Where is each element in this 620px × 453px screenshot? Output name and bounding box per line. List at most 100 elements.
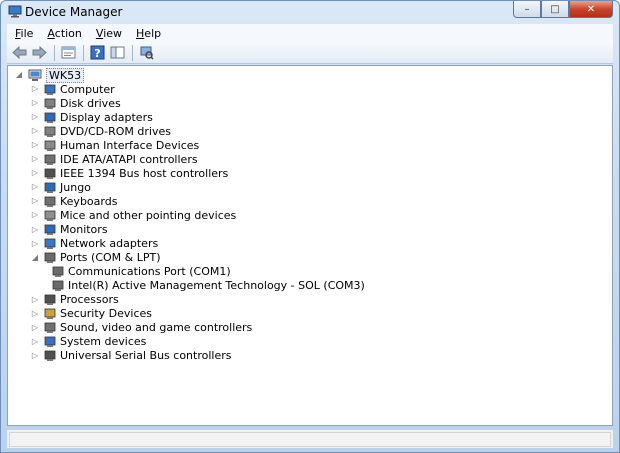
forward-button[interactable] [31, 44, 48, 61]
tree-category-item[interactable]: ▷ Human Interface Devices [30, 138, 199, 152]
toolbar-separator [83, 44, 84, 61]
computer-icon [44, 84, 56, 95]
tree-category-item[interactable]: ▷ Monitors [30, 223, 108, 237]
tree-item-label: IDE ATA/ATAPI controllers [60, 152, 198, 166]
tree-category-item[interactable]: ▷ Sound, video and game controllers [30, 321, 252, 335]
menu-view[interactable]: View [88, 27, 128, 40]
expand-arrow-icon[interactable]: ▷ [30, 98, 40, 108]
tree-item-label: Ports (COM & LPT) [60, 251, 161, 265]
tree-item-label: Disk drives [60, 96, 121, 110]
tree-item-label: Display adapters [60, 110, 153, 124]
tree-item-label: Universal Serial Bus controllers [60, 349, 232, 363]
collapse-arrow-icon[interactable]: ◢ [30, 253, 40, 263]
expand-arrow-icon[interactable]: ▷ [30, 196, 40, 206]
ide-controller-icon [44, 154, 56, 165]
tree-category-item[interactable]: ▷ Keyboards [30, 194, 118, 208]
maximize-button[interactable]: □ [541, 1, 569, 18]
tree-item-label: Communications Port (COM1) [68, 265, 231, 279]
keyboard-icon [44, 196, 56, 207]
expand-arrow-icon[interactable]: ▷ [30, 323, 40, 333]
expand-arrow-icon[interactable]: ▷ [30, 337, 40, 347]
title-bar[interactable]: Device Manager – □ ✕ [1, 1, 619, 23]
tree-category-item[interactable]: ▷ Jungo [30, 180, 91, 194]
forward-icon [32, 46, 47, 59]
tree-category-item[interactable]: ▷ Security Devices [30, 307, 152, 321]
dvd-drive-icon [44, 126, 56, 137]
network-adapter-icon [44, 238, 56, 250]
tree-category-item[interactable]: ▷ Mice and other pointing devices [30, 208, 236, 222]
scan-hardware-icon [140, 46, 154, 60]
expand-arrow-icon[interactable]: ▷ [30, 168, 40, 178]
tree-item-label: Sound, video and game controllers [60, 321, 253, 335]
expand-arrow-icon[interactable]: ▷ [30, 126, 40, 136]
expand-arrow-icon[interactable]: ▷ [30, 295, 40, 305]
tree-item-label: IEEE 1394 Bus host controllers [60, 166, 229, 180]
tree-category-item[interactable]: ▷ Disk drives [30, 96, 121, 110]
collapse-arrow-icon[interactable]: ◢ [14, 70, 24, 80]
firewire-icon [44, 168, 56, 179]
tree-category-item[interactable]: ▷ Computer [30, 82, 115, 96]
menu-help[interactable]: Help [128, 27, 167, 40]
properties-button[interactable] [60, 44, 77, 61]
tree-child-item[interactable]: Intel(R) Active Management Technology - … [48, 279, 365, 293]
tree-item-label: Monitors [60, 223, 108, 236]
tree-root[interactable]: ◢ WK53 [14, 67, 85, 83]
menu-bar: File Action View Help [7, 24, 613, 42]
tree-item-label: Security Devices [60, 307, 153, 321]
tree-item-label: Mice and other pointing devices [60, 208, 237, 222]
menu-action-mnemonic: A [47, 26, 55, 40]
minimize-button[interactable]: – [513, 1, 541, 18]
menu-action-label: ction [54, 26, 82, 40]
processor-icon [44, 294, 56, 306]
tree-category-item[interactable]: ▷ Network adapters [30, 237, 158, 251]
tree-category-item[interactable]: ▷ Processors [30, 293, 119, 307]
expand-arrow-icon[interactable]: ▷ [30, 309, 40, 319]
display-adapter-icon [44, 112, 56, 123]
expand-arrow-icon[interactable]: ▷ [30, 182, 40, 192]
menu-view-label: iew [103, 26, 123, 40]
window-controls: – □ ✕ [513, 1, 613, 18]
tree-child-item[interactable]: Communications Port (COM1) [48, 265, 231, 279]
back-button[interactable] [11, 44, 28, 61]
expand-arrow-icon[interactable]: ▷ [30, 84, 40, 94]
monitor-icon [44, 224, 56, 235]
tree-category-item[interactable]: ◢ Ports (COM & LPT) [30, 251, 161, 265]
expand-arrow-icon[interactable]: ▷ [30, 154, 40, 164]
tree-item-label: Processors [60, 293, 119, 307]
tree-item-label: Keyboards [60, 194, 118, 208]
port-icon [52, 280, 64, 292]
hid-icon [44, 140, 56, 151]
tree-category-item[interactable]: ▷ IEEE 1394 Bus host controllers [30, 166, 228, 180]
tree-category-item[interactable]: ▷ DVD/CD-ROM drives [30, 124, 171, 138]
tree-category-item[interactable]: ▷ Universal Serial Bus controllers [30, 349, 232, 363]
expand-arrow-icon[interactable]: ▷ [30, 210, 40, 220]
close-button[interactable]: ✕ [569, 1, 613, 18]
tree-item-label: Human Interface Devices [60, 138, 200, 152]
disk-drive-icon [44, 98, 56, 109]
expand-arrow-icon[interactable]: ▷ [30, 225, 40, 235]
expand-arrow-icon[interactable]: ▷ [30, 351, 40, 361]
tree-category-item[interactable]: ▷ Display adapters [30, 110, 153, 124]
tree-category-item[interactable]: ▷ System devices [30, 335, 146, 349]
tree-item-label: Computer [60, 82, 115, 96]
expand-arrow-icon[interactable]: ▷ [30, 112, 40, 122]
tree-item-label: Network adapters [60, 237, 159, 251]
expand-arrow-icon[interactable]: ▷ [30, 140, 40, 150]
expand-arrow-icon[interactable]: ▷ [30, 239, 40, 249]
menu-action[interactable]: Action [39, 27, 87, 40]
port-icon [44, 252, 56, 264]
scan-hardware-button[interactable] [138, 44, 155, 61]
show-hide-button[interactable] [109, 44, 126, 61]
back-icon [12, 46, 27, 59]
menu-help-label: elp [144, 26, 162, 40]
device-tree[interactable]: ◢ WK53 ▷ Computer ▷ Disk drives ▷ Display ada… [7, 65, 613, 426]
tree-category-item[interactable]: ▷ IDE ATA/ATAPI controllers [30, 152, 198, 166]
window-title: Device Manager [25, 5, 123, 19]
menu-file[interactable]: File [7, 27, 39, 40]
help-icon: ? [90, 45, 105, 60]
help-button[interactable]: ? [89, 44, 106, 61]
properties-icon [61, 46, 76, 59]
status-bar [7, 429, 613, 448]
tree-item-label: Jungo [60, 180, 91, 194]
toolbar-separator [132, 44, 133, 61]
